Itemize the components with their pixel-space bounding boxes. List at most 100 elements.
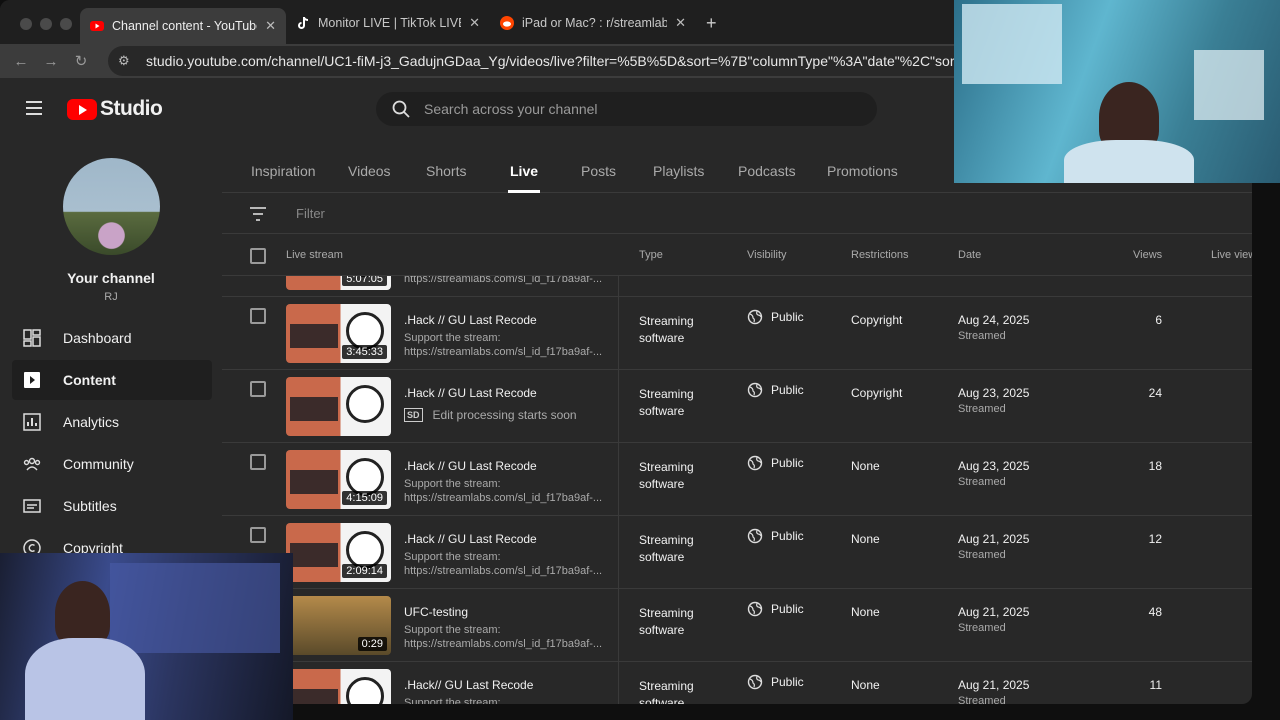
globe-icon (747, 528, 763, 544)
row-checkbox[interactable] (250, 527, 266, 543)
header-type[interactable]: Type (639, 249, 663, 261)
studio-logo[interactable]: Studio (67, 97, 163, 121)
tab-title: Channel content - YouTube Studio (112, 19, 257, 33)
filter-input[interactable] (296, 206, 472, 221)
minimize-window-button[interactable] (40, 18, 52, 30)
visibility-cell[interactable]: Public (747, 382, 804, 398)
header-date[interactable]: Date (958, 249, 981, 261)
site-settings-icon[interactable]: ⚙ (118, 53, 138, 69)
maximize-window-button[interactable] (60, 18, 72, 30)
tab-podcasts[interactable]: Podcasts (738, 163, 796, 179)
visibility-cell[interactable]: Public (747, 528, 804, 544)
restrictions-cell[interactable]: Copyright (851, 313, 902, 327)
video-thumbnail[interactable]: 3:45:33 (286, 304, 391, 363)
video-title[interactable]: .Hack// GU Last Recode (404, 678, 533, 692)
url-text: studio.youtube.com/channel/UC1-fiM-j3_Ga… (146, 53, 1029, 69)
visibility-cell[interactable]: Public (747, 674, 804, 690)
restrictions-cell[interactable]: None (851, 605, 880, 619)
restrictions-cell[interactable]: None (851, 678, 880, 692)
close-tab-icon[interactable]: ✕ (265, 18, 276, 34)
table-row[interactable]: 2:09:14 .Hack // GU Last Recode Support … (222, 516, 1252, 589)
back-icon[interactable]: ← (6, 53, 36, 70)
browser-tab-tiktok[interactable]: Monitor LIVE | TikTok LIVE Center ✕ (286, 8, 490, 38)
table-header: Live stream Type Visibility Restrictions… (222, 234, 1252, 276)
row-checkbox[interactable] (250, 381, 266, 397)
sidebar-item-subtitles[interactable]: Subtitles (12, 486, 212, 526)
header-views[interactable]: Views (1133, 249, 1162, 261)
analytics-icon (23, 413, 41, 431)
sidebar-item-community[interactable]: Community (12, 444, 212, 484)
video-thumbnail[interactable] (286, 669, 391, 704)
sidebar-item-analytics[interactable]: Analytics (12, 402, 212, 442)
visibility-cell[interactable]: Public (747, 309, 804, 325)
type-cell: Streaming software (639, 679, 694, 704)
video-thumbnail[interactable]: 0:29 (286, 596, 391, 655)
video-description: Support the stream: https://streamlabs.co… (404, 624, 603, 650)
video-thumbnail[interactable]: 4:15:09 (286, 450, 391, 509)
channel-name: Your channel (67, 270, 155, 286)
header-live-viewers[interactable]: Live view (1211, 249, 1252, 261)
video-title[interactable]: .Hack // GU Last Recode (404, 532, 537, 546)
video-title[interactable]: .Hack // GU Last Recode (404, 386, 537, 400)
sidebar-item-label: Community (63, 456, 134, 472)
menu-icon[interactable] (26, 101, 42, 115)
reload-icon[interactable]: ↻ (66, 52, 96, 70)
views-cell: 6 (1155, 313, 1162, 327)
forward-icon[interactable]: → (36, 53, 66, 70)
tab-posts[interactable]: Posts (581, 163, 616, 179)
date-cell: Aug 23, 2025 (958, 459, 1030, 473)
close-tab-icon[interactable]: ✕ (469, 15, 480, 31)
row-checkbox[interactable] (250, 454, 266, 470)
views-cell: 24 (1148, 386, 1162, 400)
visibility-cell[interactable]: Public (747, 601, 804, 617)
table-row[interactable]: 5:07:05 https://streamlabs.com/sl_id_f17… (222, 276, 1252, 297)
row-checkbox[interactable] (250, 308, 266, 324)
column-divider (618, 297, 619, 370)
close-window-button[interactable] (20, 18, 32, 30)
restrictions-cell[interactable]: Copyright (851, 386, 902, 400)
video-title[interactable]: .Hack // GU Last Recode (404, 459, 537, 473)
close-tab-icon[interactable]: ✕ (675, 15, 686, 31)
header-live-stream[interactable]: Live stream (286, 249, 343, 261)
video-title[interactable]: .Hack // GU Last Recode (404, 313, 537, 327)
table-row[interactable]: 3:45:33 .Hack // GU Last Recode Support … (222, 297, 1252, 370)
table-row[interactable]: .Hack // GU Last Recode SD Edit processin… (222, 370, 1252, 443)
video-thumbnail[interactable]: 5:07:05 (286, 276, 391, 290)
video-title[interactable]: UFC-testing (404, 605, 468, 619)
date-cell: Aug 23, 2025 (958, 386, 1030, 400)
select-all-checkbox[interactable] (250, 248, 266, 264)
restrictions-cell[interactable]: None (851, 532, 880, 546)
tab-shorts[interactable]: Shorts (426, 163, 466, 179)
column-divider (618, 370, 619, 443)
type-cell: Streaming software (639, 460, 694, 491)
search-input[interactable] (424, 101, 824, 117)
sidebar-item-content[interactable]: Content (12, 360, 212, 400)
filter-icon[interactable] (250, 207, 266, 221)
restrictions-cell[interactable]: None (851, 459, 880, 473)
table-row[interactable]: 0:29 UFC-testing Support the stream: http… (222, 589, 1252, 662)
video-thumbnail[interactable]: 2:09:14 (286, 523, 391, 582)
video-thumbnail[interactable] (286, 377, 391, 436)
tab-promotions[interactable]: Promotions (827, 163, 898, 179)
new-tab-icon[interactable]: + (706, 13, 717, 34)
search-box (376, 92, 877, 126)
sidebar-item-dashboard[interactable]: Dashboard (12, 318, 212, 358)
header-visibility[interactable]: Visibility (747, 249, 787, 261)
channel-avatar[interactable] (63, 158, 160, 255)
video-description: Support the stream: (404, 697, 501, 704)
tab-inspiration[interactable]: Inspiration (251, 163, 316, 179)
tab-videos[interactable]: Videos (348, 163, 391, 179)
column-divider (618, 516, 619, 589)
video-description: Support the stream: https://streamlabs.co… (404, 551, 603, 577)
header-restrictions[interactable]: Restrictions (851, 249, 908, 261)
webcam-overlay-bottom-left (0, 553, 293, 720)
browser-tab-youtube-studio[interactable]: Channel content - YouTube Studio ✕ (80, 8, 286, 44)
table-row[interactable]: 4:15:09 .Hack // GU Last Recode Support … (222, 443, 1252, 516)
browser-tab-reddit[interactable]: iPad or Mac? : r/streamlabs ✕ (490, 8, 696, 38)
tab-playlists[interactable]: Playlists (653, 163, 704, 179)
table-body: 5:07:05 https://streamlabs.com/sl_id_f17… (222, 276, 1252, 704)
table-row[interactable]: .Hack// GU Last Recode Support the strea… (222, 662, 1252, 704)
visibility-cell[interactable]: Public (747, 455, 804, 471)
tab-live[interactable]: Live (507, 163, 541, 193)
content-icon (24, 372, 40, 388)
